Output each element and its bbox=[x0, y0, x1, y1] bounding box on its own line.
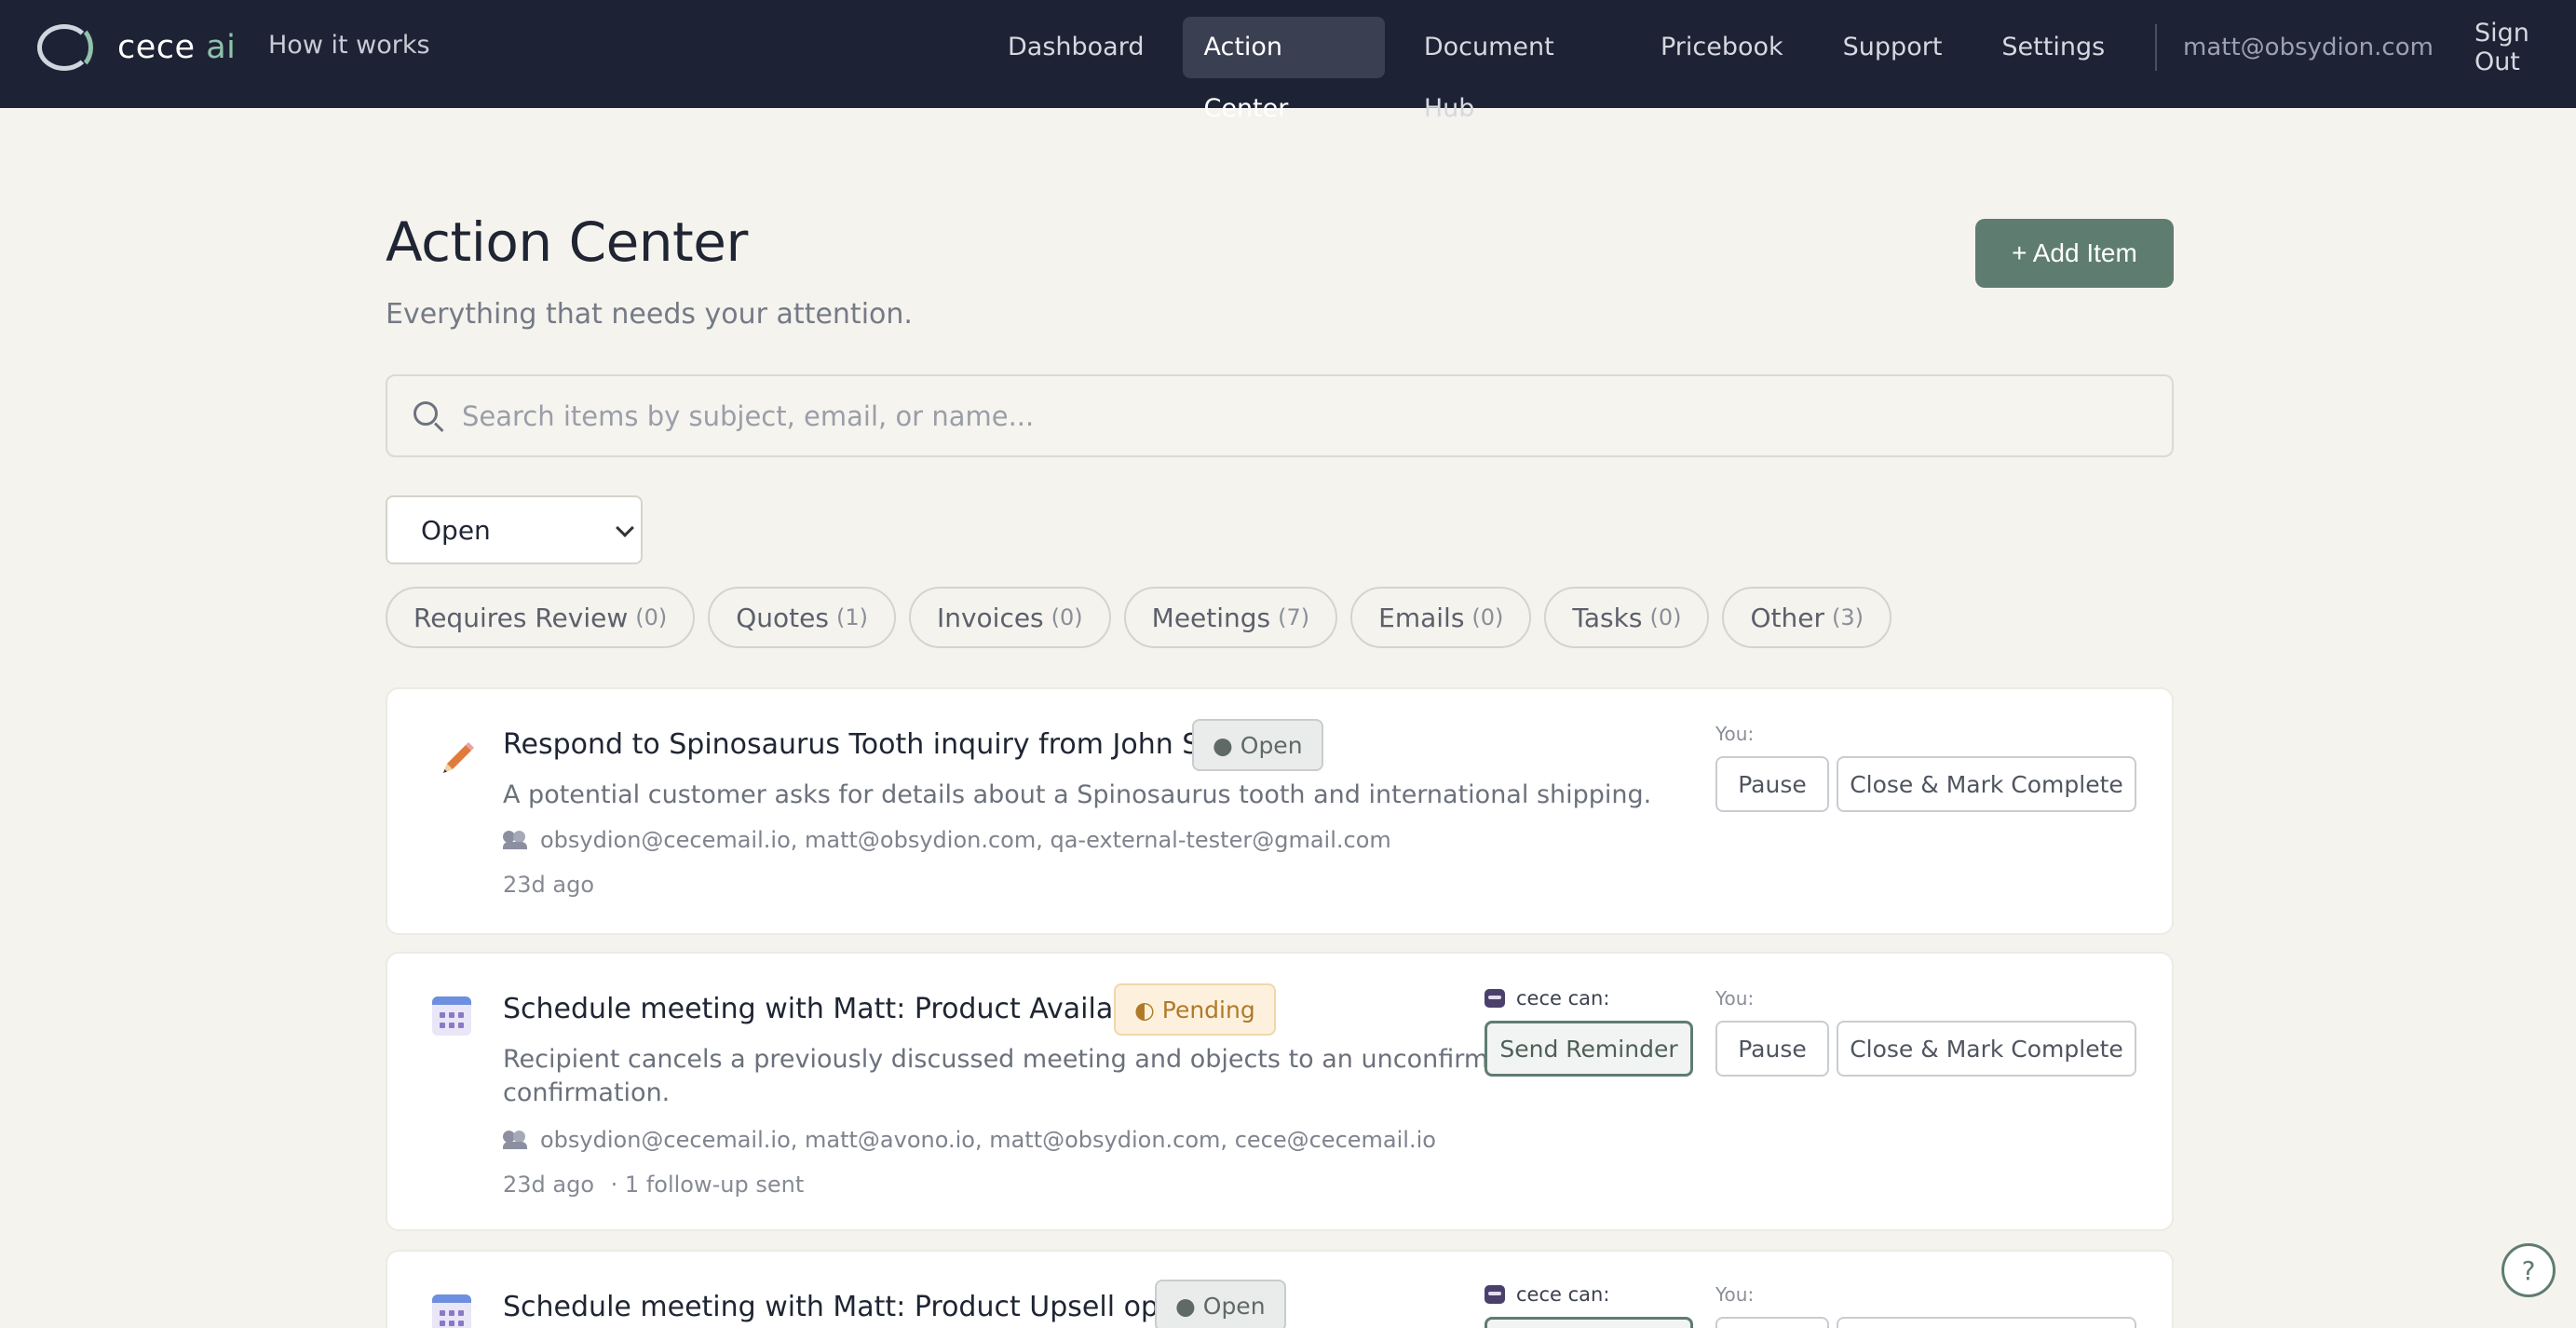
pill-count: (3) bbox=[1831, 604, 1864, 630]
cece-can-label: cece can: bbox=[1485, 1283, 1609, 1306]
item-participants: obsydion@cecemail.io, matt@avono.io, mat… bbox=[503, 1127, 1436, 1153]
filter-tasks[interactable]: Tasks (0) bbox=[1544, 587, 1710, 648]
action-item-card[interactable]: Schedule meeting with Matt: Product Avai… bbox=[386, 952, 2174, 1231]
category-filters: Requires Review (0) Quotes (1) Invoices (0)… bbox=[386, 587, 1905, 648]
item-title[interactable]: Schedule meeting with Matt: Product Avai… bbox=[503, 993, 1182, 1025]
pause-button[interactable]: Pause bbox=[1715, 1021, 1829, 1077]
status-badge: ● Open bbox=[1192, 719, 1323, 771]
pill-label: Invoices bbox=[936, 602, 1044, 633]
filter-other[interactable]: Other (3) bbox=[1722, 587, 1891, 648]
sign-out-link[interactable]: Sign Out bbox=[2474, 19, 2576, 76]
filter-emails[interactable]: Emails (0) bbox=[1350, 587, 1532, 648]
item-time: 23d ago · 1 follow-up sent bbox=[503, 1172, 804, 1198]
status-filter-value: Open bbox=[421, 514, 491, 546]
brand-name: cece ai bbox=[117, 29, 236, 66]
filter-quotes[interactable]: Quotes (1) bbox=[708, 587, 896, 648]
how-it-works-link[interactable]: How it works bbox=[268, 31, 430, 60]
nav-support[interactable]: Support bbox=[1823, 17, 1963, 78]
nav-divider bbox=[2155, 24, 2158, 71]
people-icon bbox=[503, 1131, 527, 1149]
pencil-icon bbox=[443, 742, 474, 773]
user-email: matt@obsydion.com bbox=[2183, 34, 2434, 61]
close-mark-complete-button[interactable] bbox=[1837, 1317, 2136, 1328]
action-item-card[interactable]: Respond to Spinosaurus Tooth inquiry fro… bbox=[386, 687, 2174, 935]
help-button[interactable]: ? bbox=[2501, 1243, 2556, 1297]
item-participants: obsydion@cecemail.io, matt@obsydion.com,… bbox=[503, 827, 1391, 853]
calendar-icon bbox=[432, 996, 471, 1036]
page-subtitle: Everything that needs your attention. bbox=[386, 298, 913, 331]
search-bar bbox=[386, 374, 2174, 457]
close-mark-complete-button[interactable]: Close & Mark Complete bbox=[1837, 1021, 2136, 1077]
cece-label-text: cece can: bbox=[1516, 987, 1610, 1010]
pill-count: (0) bbox=[635, 604, 668, 630]
chevron-down-icon bbox=[616, 519, 634, 537]
pill-count: (0) bbox=[1471, 604, 1504, 630]
page-title: Action Center bbox=[386, 210, 748, 274]
pill-label: Quotes bbox=[736, 602, 829, 633]
cece-bot-icon bbox=[1485, 989, 1505, 1008]
pill-label: Other bbox=[1750, 602, 1824, 633]
pill-label: Emails bbox=[1378, 602, 1465, 633]
pill-label: Requires Review bbox=[414, 602, 629, 633]
item-description: A potential customer asks for details ab… bbox=[503, 780, 1652, 809]
cece-can-label: cece can: bbox=[1485, 987, 1609, 1010]
send-reminder-button[interactable]: Send Reminder bbox=[1485, 1021, 1693, 1077]
cece-label-text: cece can: bbox=[1516, 1283, 1610, 1306]
participants-text: obsydion@cecemail.io, matt@obsydion.com,… bbox=[540, 827, 1391, 853]
you-label: You: bbox=[1715, 987, 1755, 1010]
item-time: 23d ago bbox=[503, 872, 595, 898]
pill-count: (1) bbox=[835, 604, 868, 630]
pill-label: Meetings bbox=[1151, 602, 1271, 633]
time-text: 23d ago bbox=[503, 1172, 595, 1198]
description-line: confirmation. bbox=[503, 1078, 671, 1107]
send-reminder-button[interactable] bbox=[1485, 1317, 1693, 1328]
calendar-icon bbox=[432, 1294, 471, 1328]
followups-text: · 1 follow-up sent bbox=[610, 1172, 805, 1198]
participants-text: obsydion@cecemail.io, matt@avono.io, mat… bbox=[540, 1127, 1436, 1153]
nav-settings[interactable]: Settings bbox=[1981, 17, 2125, 78]
close-mark-complete-button[interactable]: Close & Mark Complete bbox=[1837, 756, 2136, 812]
you-label: You: bbox=[1715, 723, 1755, 745]
brand-main-text: cece bbox=[117, 29, 196, 66]
status-filter-select[interactable]: Open bbox=[386, 495, 643, 564]
pause-button[interactable] bbox=[1715, 1317, 1829, 1328]
pill-count: (0) bbox=[1051, 604, 1083, 630]
nav-links: Dashboard Action Center Document Hub Pri… bbox=[987, 17, 2576, 123]
people-icon bbox=[503, 831, 527, 849]
nav-dashboard[interactable]: Dashboard bbox=[987, 17, 1164, 78]
item-title[interactable]: Respond to Spinosaurus Tooth inquiry fro… bbox=[503, 728, 1264, 761]
pill-label: Tasks bbox=[1572, 602, 1643, 633]
brand-accent-text: ai bbox=[206, 29, 237, 66]
nav-document-hub[interactable]: Document Hub bbox=[1403, 17, 1621, 123]
brand-logo[interactable]: cece ai bbox=[35, 22, 236, 73]
filter-requires-review[interactable]: Requires Review (0) bbox=[386, 587, 696, 648]
item-title[interactable]: Schedule meeting with Matt: Product Upse… bbox=[503, 1291, 1227, 1323]
item-description: Recipient cancels a previously discussed… bbox=[503, 1043, 1520, 1110]
status-badge: ● Open bbox=[1155, 1280, 1286, 1328]
nav-action-center[interactable]: Action Center bbox=[1183, 17, 1385, 123]
filter-meetings[interactable]: Meetings (7) bbox=[1123, 587, 1338, 648]
logo-mark-icon bbox=[35, 22, 95, 73]
status-badge: ◐ Pending bbox=[1114, 983, 1276, 1036]
description-line: Recipient cancels a previously discussed… bbox=[503, 1045, 1520, 1074]
add-item-button[interactable]: + Add Item bbox=[1975, 219, 2174, 288]
action-item-card[interactable]: Schedule meeting with Matt: Product Upse… bbox=[386, 1250, 2174, 1328]
filter-invoices[interactable]: Invoices (0) bbox=[908, 587, 1111, 648]
pill-count: (0) bbox=[1649, 604, 1682, 630]
you-label: You: bbox=[1715, 1283, 1755, 1306]
pause-button[interactable]: Pause bbox=[1715, 756, 1829, 812]
cece-bot-icon bbox=[1485, 1285, 1505, 1304]
pill-count: (7) bbox=[1278, 604, 1310, 630]
nav-pricebook[interactable]: Pricebook bbox=[1640, 17, 1804, 78]
search-icon bbox=[412, 400, 445, 433]
search-input[interactable] bbox=[462, 400, 2138, 432]
top-nav: cece ai How it works Dashboard Action Ce… bbox=[0, 0, 2576, 123]
